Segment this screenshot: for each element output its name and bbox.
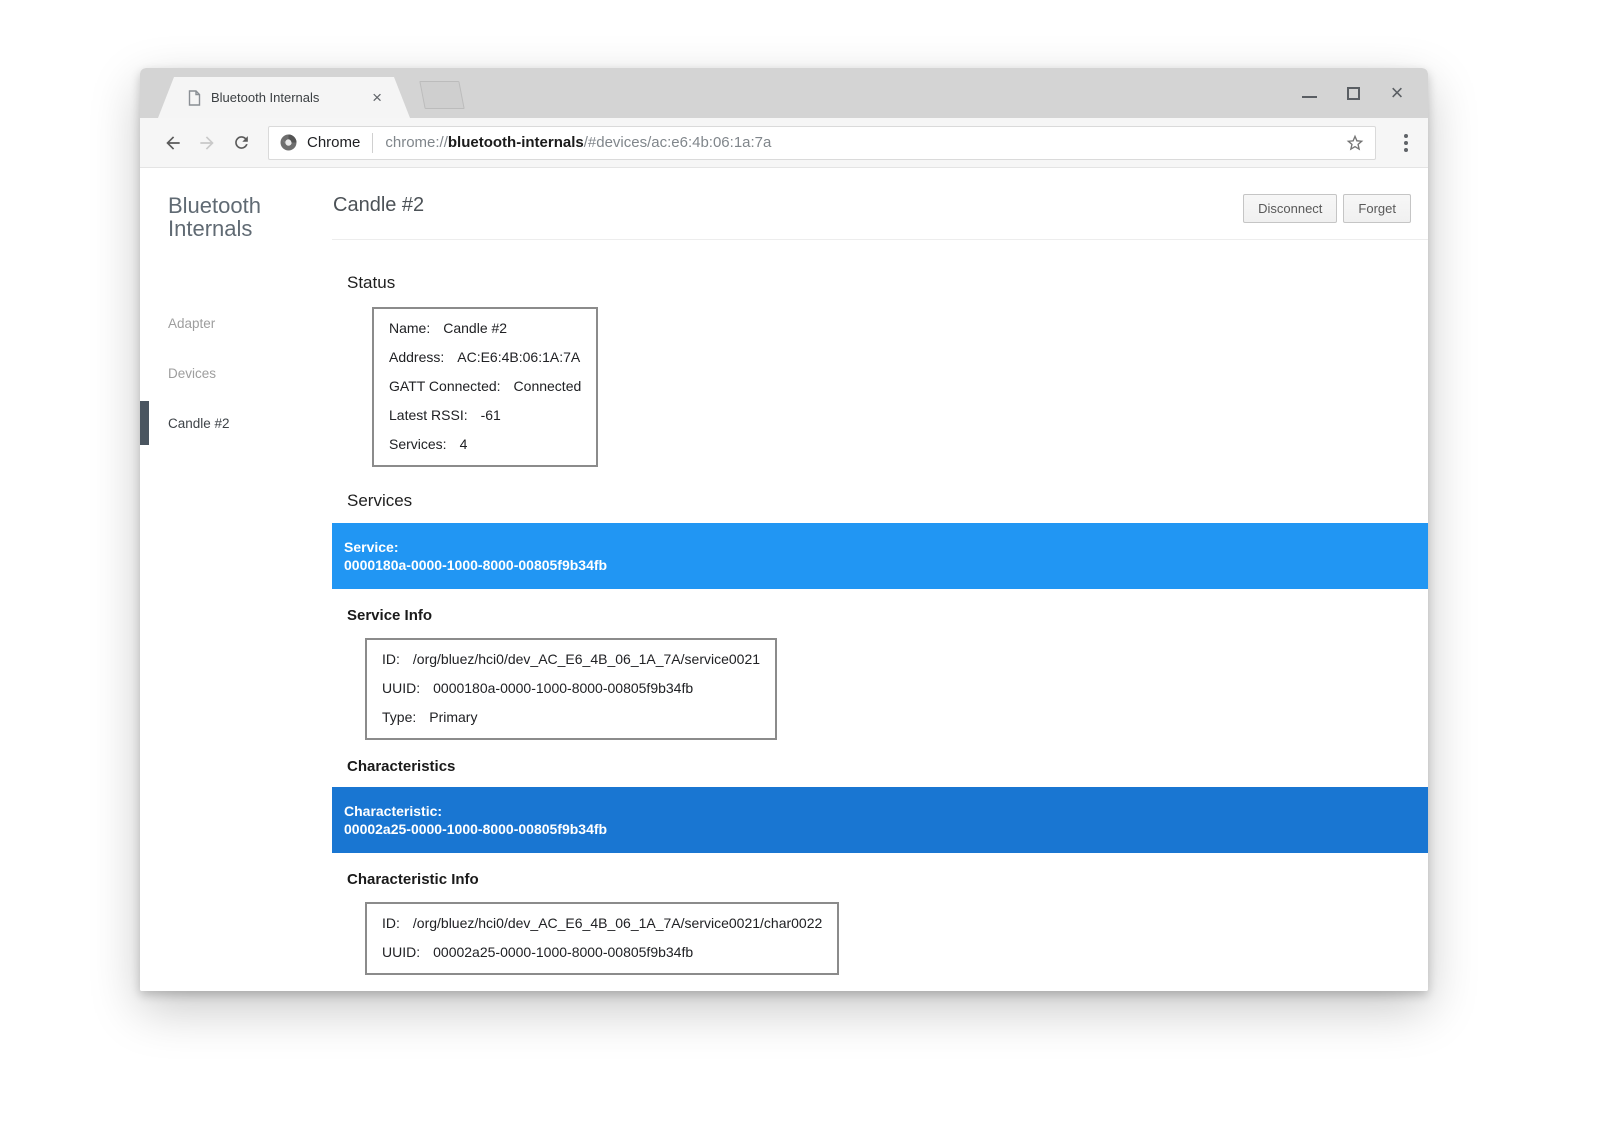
forget-button[interactable]: Forget [1343,194,1411,223]
field-label: ID: [382,915,400,931]
window-close-icon[interactable]: × [1388,84,1406,102]
url-path: /#devices/ac:e6:4b:06:1a:7a [584,134,772,151]
characteristic-banner-label: Characteristic: [344,802,1428,820]
new-tab-button[interactable] [419,81,464,109]
status-row: Latest RSSI: -61 [389,401,581,430]
device-header: Candle #2 Disconnect Forget [332,168,1428,223]
service-info-heading: Service Info [347,607,1428,624]
status-row: Name: Candle #2 [389,314,581,343]
characteristic-info-row: ID: /org/bluez/hci0/dev_AC_E6_4B_06_1A_7A… [382,909,822,938]
tab-close-icon[interactable]: × [370,89,384,106]
reload-icon[interactable] [224,126,258,160]
sidebar-item-devices[interactable]: Devices [168,348,332,398]
status-heading: Status [347,273,1428,293]
page-content: Bluetooth Internals Adapter Devices Cand… [140,168,1428,991]
selection-indicator [140,401,149,445]
field-value: 0000180a-0000-1000-8000-00805f9b34fb [433,680,693,696]
minimize-icon[interactable] [1300,84,1318,102]
characteristic-banner-uuid: 00002a25-0000-1000-8000-00805f9b34fb [344,820,1428,838]
back-icon[interactable] [156,126,190,160]
field-value: Candle #2 [443,320,507,336]
browser-window: Bluetooth Internals × × [140,68,1428,991]
page-icon [188,90,201,106]
status-row: Address: AC:E6:4B:06:1A:7A [389,343,581,372]
sidebar-nav: Adapter Devices Candle #2 [168,298,332,448]
characteristic-info-heading: Characteristic Info [347,871,1428,888]
field-label: Latest RSSI: [389,407,468,423]
disconnect-button[interactable]: Disconnect [1243,194,1337,223]
field-value: /org/bluez/hci0/dev_AC_E6_4B_06_1A_7A/se… [413,651,760,667]
window-controls: × [1300,68,1406,118]
field-label: ID: [382,651,400,667]
sidebar-item-label: Candle #2 [168,416,230,431]
device-page: Candle #2 Disconnect Forget Status Name:… [332,168,1428,991]
service-info-row: Type: Primary [382,703,760,732]
tab-bluetooth-internals[interactable]: Bluetooth Internals × [158,77,410,118]
sidebar-item-adapter[interactable]: Adapter [168,298,332,348]
sidebar-item-label: Adapter [168,316,215,331]
omnibox-divider [372,133,373,153]
status-box: Name: Candle #2 Address: AC:E6:4B:06:1A:7A… [372,307,598,467]
tab-strip: Bluetooth Internals × × [140,68,1428,118]
characteristics-heading: Characteristics [347,758,1428,775]
service-info-row: ID: /org/bluez/hci0/dev_AC_E6_4B_06_1A_7A… [382,645,760,674]
field-value: 00002a25-0000-1000-8000-00805f9b34fb [433,944,693,960]
address-bar[interactable]: Chrome chrome://bluetooth-internals/#dev… [268,126,1376,160]
field-label: GATT Connected: [389,378,501,394]
page-title: Candle #2 [333,194,424,217]
field-value: 4 [460,436,468,452]
forward-icon [190,126,224,160]
maximize-icon[interactable] [1344,84,1362,102]
header-divider [332,239,1428,240]
services-heading: Services [347,491,1428,511]
field-label: UUID: [382,680,420,696]
origin-label: Chrome [307,134,360,151]
service-info-row: UUID: 0000180a-0000-1000-8000-00805f9b34f… [382,674,760,703]
bookmark-star-icon[interactable] [1345,133,1365,153]
field-value: Primary [429,709,477,725]
characteristic-info-row: UUID: 00002a25-0000-1000-8000-00805f9b34f… [382,938,822,967]
tab-title: Bluetooth Internals [211,90,370,105]
characteristic-banner[interactable]: Characteristic: 00002a25-0000-1000-8000-… [332,787,1428,853]
chrome-logo-icon [279,133,298,152]
field-label: Name: [389,320,430,336]
field-label: Type: [382,709,416,725]
service-banner-uuid: 0000180a-0000-1000-8000-00805f9b34fb [344,556,1428,574]
browser-toolbar: Chrome chrome://bluetooth-internals/#dev… [140,118,1428,168]
field-value: /org/bluez/hci0/dev_AC_E6_4B_06_1A_7A/se… [413,915,822,931]
origin-chip: Chrome [279,133,372,152]
sidebar-item-label: Devices [168,366,216,381]
sidebar-title: Bluetooth Internals [168,194,288,240]
service-info-box: ID: /org/bluez/hci0/dev_AC_E6_4B_06_1A_7A… [365,638,777,740]
field-value: Connected [514,378,582,394]
url-text: chrome://bluetooth-internals/#devices/ac… [385,134,1337,151]
service-banner-label: Service: [344,538,1428,556]
field-label: Services: [389,436,447,452]
field-label: UUID: [382,944,420,960]
url-host: bluetooth-internals [448,134,584,151]
characteristic-info-box: ID: /org/bluez/hci0/dev_AC_E6_4B_06_1A_7A… [365,902,839,975]
header-buttons: Disconnect Forget [1243,194,1411,223]
status-row: GATT Connected: Connected [389,372,581,401]
field-value: -61 [481,407,501,423]
service-banner[interactable]: Service: 0000180a-0000-1000-8000-00805f9… [332,523,1428,589]
field-label: Address: [389,349,444,365]
status-row: Services: 4 [389,430,581,459]
browser-menu-icon[interactable] [1398,128,1414,158]
sidebar: Bluetooth Internals Adapter Devices Cand… [140,168,332,991]
field-value: AC:E6:4B:06:1A:7A [457,349,580,365]
sidebar-item-candle-2[interactable]: Candle #2 [168,398,332,448]
url-scheme: chrome:// [385,134,448,151]
